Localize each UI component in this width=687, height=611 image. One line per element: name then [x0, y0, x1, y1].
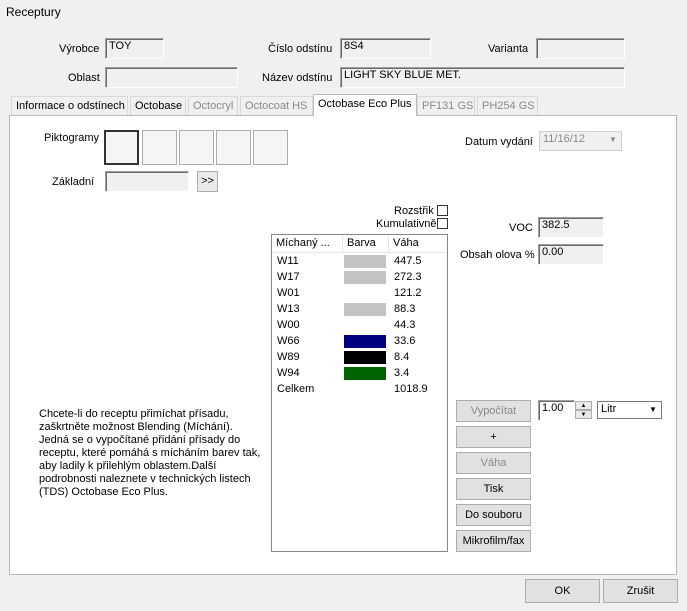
tab-shade-info[interactable]: Informace o odstínech [11, 96, 128, 115]
window-title: Receptury [6, 5, 61, 19]
mix-name-cell: W11 [277, 255, 299, 267]
basic-label: Základní [52, 176, 95, 188]
pictogram-slot-2[interactable] [142, 130, 177, 165]
table-row[interactable]: Celkem 1018.9 [272, 382, 447, 398]
table-row[interactable]: W89 8.4 [272, 350, 447, 366]
chevron-down-icon[interactable]: ▼ [575, 410, 592, 419]
color-swatch [344, 367, 386, 380]
area-field[interactable] [105, 67, 238, 88]
shade-number-field[interactable]: 8S4 [340, 38, 431, 59]
expand-button[interactable]: >> [197, 171, 218, 192]
spray-checkbox[interactable] [437, 205, 448, 216]
mix-weight-cell: 447.5 [394, 255, 422, 267]
column-header-weight[interactable]: Váha [389, 235, 447, 252]
area-label: Oblast [68, 72, 100, 84]
unit-value: Litr [601, 403, 617, 415]
tab-octocryl[interactable]: Octocryl [188, 96, 238, 115]
pictogram-slot-3[interactable] [179, 130, 214, 165]
mix-weight-cell: 1018.9 [394, 383, 428, 395]
mix-weight-cell: 88.3 [394, 303, 416, 315]
mix-weight-cell: 44.3 [394, 319, 416, 331]
cancel-button[interactable]: Zrušit [603, 579, 678, 603]
column-header-mix[interactable]: Míchaný ... [272, 235, 343, 252]
mix-name-cell: Celkem [277, 383, 315, 395]
ok-button[interactable]: OK [525, 579, 600, 603]
table-row[interactable]: W66 33.6 [272, 334, 447, 350]
tab-pf131-gs[interactable]: PF131 GS [417, 96, 475, 115]
microfile-fax-button[interactable]: Mikrofilm/fax [456, 530, 531, 552]
mix-weight-cell: 33.6 [394, 335, 416, 347]
table-row[interactable]: W11 447.5 [272, 254, 447, 270]
mix-name-cell: W89 [277, 351, 300, 363]
mix-weight-cell: 272.3 [394, 271, 422, 283]
color-swatch [344, 271, 386, 284]
mix-table-header: Míchaný ... Barva Váha [272, 235, 447, 253]
lead-label: Obsah olova % [460, 249, 535, 261]
table-row[interactable]: W94 3.4 [272, 366, 447, 382]
unit-select[interactable]: Litr ▼ [597, 401, 662, 419]
pictogram-slot-1[interactable] [104, 130, 139, 165]
mix-table[interactable]: Míchaný ... Barva Váha W11 447.5 W17 272.3 W… [271, 234, 448, 552]
variant-field[interactable] [536, 38, 625, 59]
print-button[interactable]: Tisk [456, 478, 531, 500]
manufacturer-field[interactable]: TOY [105, 38, 164, 59]
mix-name-cell: W94 [277, 367, 300, 379]
issue-date-combo[interactable]: 11/16/12 ▼ [539, 131, 622, 151]
mix-name-cell: W01 [277, 287, 300, 299]
shade-name-label: Název odstínu [262, 72, 333, 84]
tab-ph254-gs[interactable]: PH254 GS [477, 96, 538, 115]
chevron-down-icon: ▼ [649, 405, 657, 414]
weight-button[interactable]: Váha [456, 452, 531, 474]
basic-field[interactable] [105, 171, 189, 192]
table-row[interactable]: W17 272.3 [272, 270, 447, 286]
variant-label: Varianta [488, 43, 529, 55]
plus-button[interactable]: + [456, 426, 531, 448]
cumulative-label: Kumulativně [376, 218, 437, 230]
voc-field[interactable]: 382.5 [538, 217, 604, 238]
tab-octocoat-hs[interactable]: Octocoat HS [240, 96, 313, 115]
shade-name-field[interactable]: LIGHT SKY BLUE MET. [340, 67, 625, 88]
tab-octobase-eco-plus[interactable]: Octobase Eco Plus [313, 94, 417, 116]
chevron-down-icon: ▼ [609, 135, 617, 144]
mix-weight-cell: 121.2 [394, 287, 422, 299]
color-swatch [344, 255, 386, 268]
blending-note: Chcete-li do receptu přimíchat přísadu, … [39, 408, 261, 498]
to-file-button[interactable]: Do souboru [456, 504, 531, 526]
tab-octobase[interactable]: Octobase [130, 96, 186, 115]
column-header-color[interactable]: Barva [343, 235, 389, 252]
pictogram-slot-4[interactable] [216, 130, 251, 165]
shade-number-label: Číslo odstínu [268, 43, 333, 55]
pictogram-slot-5[interactable] [253, 130, 288, 165]
issue-date-value: 11/16/12 [543, 133, 586, 145]
spray-label: Rozstřik [394, 205, 434, 217]
mix-weight-cell: 8.4 [394, 351, 410, 363]
calculate-button[interactable]: Vypočítat [456, 400, 531, 422]
mix-weight-cell: 3.4 [394, 367, 410, 379]
color-swatch [344, 351, 386, 364]
color-swatch [344, 335, 386, 348]
chevron-up-icon[interactable]: ▲ [575, 401, 592, 410]
mix-name-cell: W17 [277, 271, 300, 283]
cumulative-checkbox[interactable] [437, 218, 448, 229]
pictograms-label: Piktogramy [44, 132, 100, 144]
lead-field[interactable]: 0.00 [538, 244, 604, 265]
color-swatch [344, 303, 386, 316]
quantity-input[interactable]: 1.00 [538, 400, 575, 421]
issue-date-label: Datum vydání [465, 136, 533, 148]
table-row[interactable]: W13 88.3 [272, 302, 447, 318]
mix-name-cell: W00 [277, 319, 300, 331]
table-row[interactable]: W00 44.3 [272, 318, 447, 334]
mix-name-cell: W13 [277, 303, 300, 315]
table-row[interactable]: W01 121.2 [272, 286, 447, 302]
manufacturer-label: Výrobce [59, 43, 100, 55]
voc-label: VOC [509, 222, 533, 234]
quantity-stepper[interactable]: ▲ ▼ [575, 401, 592, 421]
mix-name-cell: W66 [277, 335, 300, 347]
